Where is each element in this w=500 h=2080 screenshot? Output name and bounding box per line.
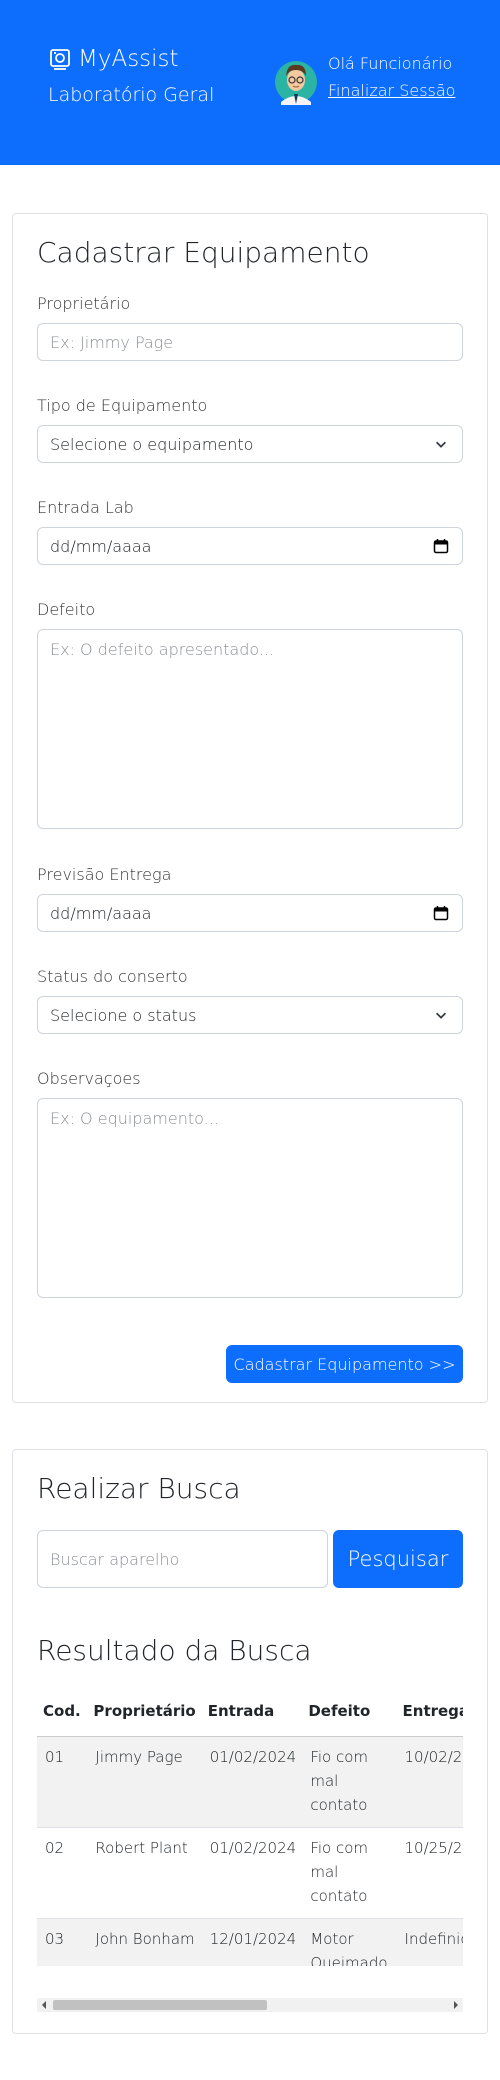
column-header: Entrada [201,1686,303,1737]
table-cell: John Bonham [87,1918,202,1966]
horizontal-scrollbar[interactable] [37,1998,463,2012]
owner-label: Proprietário [37,294,131,313]
notes-textarea[interactable]: Ex: O equipamento... [37,1098,463,1298]
lab-icon [50,49,70,70]
top-header: MyAssist Laboratório Geral Olá Funcionár… [0,0,500,165]
forecast-label: Previsão Entrega [37,865,172,884]
type-label: Tipo de Equipamento [37,396,208,415]
table-header-row: Cod. Proprietário Entrada Defeito Entreg… [37,1686,463,1737]
notes-placeholder: Ex: O equipamento... [50,1109,219,1128]
table-cell: 01/02/2024 [201,1827,303,1919]
greeting: Olá Funcionário [328,54,453,73]
lab-name: Laboratório Geral [48,84,215,106]
table-cell: 01/02/2024 [201,1736,303,1828]
column-header: Proprietário [87,1686,202,1737]
brand-name: MyAssist [78,46,179,72]
logout-link[interactable]: Finalizar Sessão [328,81,455,100]
results-table: Cod. Proprietário Entrada Defeito Entreg… [37,1686,463,1966]
search-title: Realizar Busca [37,1472,241,1505]
table-row[interactable]: 01 Jimmy Page 01/02/2024 Fio com mal con… [37,1736,463,1828]
table-cell: 12/01/2024 [201,1918,303,1966]
results-title: Resultado da Busca [37,1634,312,1667]
notes-label: Observaçoes [37,1069,141,1088]
owner-placeholder: Ex: Jimmy Page [50,332,174,352]
scroll-right-icon[interactable] [454,2001,458,2009]
scrollbar-thumb[interactable] [53,2000,267,2010]
chevron-down-icon [436,441,446,448]
table-cell: Fio com mal contato [302,1736,397,1828]
register-card: Cadastrar Equipamento Proprietário Ex: J… [12,213,488,1403]
table-cell: 02 [37,1827,88,1919]
search-button[interactable]: Pesquisar [333,1530,463,1588]
column-header: Entrega [396,1686,463,1737]
type-select[interactable]: Selecione o equipamento [37,425,463,463]
register-title: Cadastrar Equipamento [37,236,370,269]
column-header: Defeito [302,1686,397,1737]
entry-label: Entrada Lab [37,498,134,517]
chevron-down-icon [436,1012,446,1019]
table-cell: 10/25/2024 [396,1827,463,1919]
forecast-date-value: dd/mm/aaaa [50,903,152,923]
table-cell: Indefinido [396,1918,463,1966]
search-card: Realizar Busca Buscar aparelho Pesquisar… [12,1449,488,2034]
column-header: Cod. [37,1686,88,1737]
table-cell: Fio com mal contato [302,1827,397,1919]
defect-label: Defeito [37,600,96,619]
table-cell: 03 [37,1918,88,1966]
scroll-left-icon[interactable] [42,2001,46,2009]
table-cell: Robert Plant [87,1827,202,1919]
owner-input[interactable]: Ex: Jimmy Page [37,323,463,361]
forecast-date-input[interactable]: dd/mm/aaaa [37,894,463,932]
table-row[interactable]: 03 John Bonham 12/01/2024 Motor Queimado… [37,1918,463,1966]
register-submit-button[interactable]: Cadastrar Equipamento >> [226,1345,463,1383]
table-cell: 10/02/2024 [396,1736,463,1828]
status-selected-value: Selecione o status [50,1005,197,1025]
calendar-icon[interactable] [433,538,449,554]
entry-date-value: dd/mm/aaaa [50,536,152,556]
status-label: Status do conserto [37,967,188,986]
results-table-container[interactable]: Cod. Proprietário Entrada Defeito Entreg… [37,1686,463,1966]
calendar-icon[interactable] [433,905,449,921]
status-select[interactable]: Selecione o status [37,996,463,1034]
brand[interactable]: MyAssist [48,46,179,72]
defect-placeholder: Ex: O defeito apresentado... [50,640,275,659]
table-row[interactable]: 02 Robert Plant 01/02/2024 Fio com mal c… [37,1827,463,1919]
table-cell: Jimmy Page [87,1736,202,1828]
table-cell: 01 [37,1736,88,1828]
search-input[interactable]: Buscar aparelho [37,1530,328,1588]
search-placeholder: Buscar aparelho [50,1549,180,1569]
table-cell: Motor Queimado [302,1918,397,1966]
avatar [275,61,317,105]
defect-textarea[interactable]: Ex: O defeito apresentado... [37,629,463,829]
entry-date-input[interactable]: dd/mm/aaaa [37,527,463,565]
type-selected-value: Selecione o equipamento [50,434,254,454]
